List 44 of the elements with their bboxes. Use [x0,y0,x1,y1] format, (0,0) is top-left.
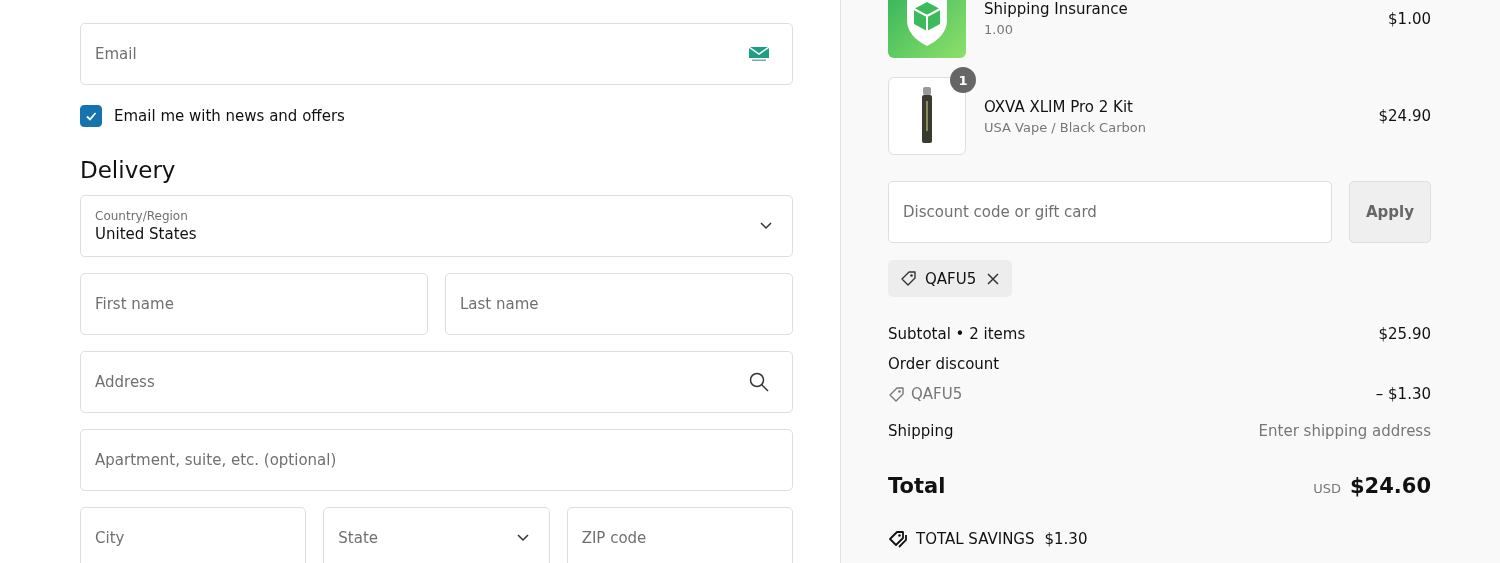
savings-label: TOTAL SAVINGS [916,530,1035,548]
zip-code-field[interactable]: ZIP code [566,507,793,563]
summary-label: Subtotal • 2 items [888,325,1026,343]
apply-button[interactable]: Apply [1349,181,1431,243]
select-value: United States [95,225,197,243]
chevron-down-icon [516,534,529,542]
summary-value: $25.90 [1378,325,1431,343]
shipping-note: Enter shipping address [1258,422,1431,440]
product-variant: USA Vape / Black Carbon [984,119,1147,135]
discount-amount: – $1.30 [1375,385,1431,403]
apartment-field[interactable]: Apartment, suite, etc. (optional) [80,429,793,491]
discount-code: QAFU5 [925,269,977,288]
state-select[interactable]: State [323,507,550,563]
checkbox-label: Email me with news and offers [114,107,345,125]
email-field[interactable]: Email [80,23,793,85]
discount-code-field[interactable]: Discount code or gift card [888,181,1332,243]
tags-icon [888,530,908,548]
summary-label: Order discount [888,355,1000,373]
currency-code: USD [1313,481,1341,496]
total-amount: $24.60 [1349,474,1431,498]
product-price: $24.90 [1378,107,1431,125]
floating-label: Country/Region [95,209,189,223]
search-icon [749,372,769,392]
tag-icon [888,385,905,403]
summary-label: Shipping [888,422,954,440]
product-price: $1.00 [1388,10,1431,28]
last-name-field[interactable]: Last name [445,273,793,335]
address-field[interactable]: Address [80,351,793,413]
vape-pen-drawing [920,87,934,145]
discount-code: QAFU5 [911,385,963,403]
savings-amount: $1.30 [1044,530,1088,548]
city-field[interactable]: City [80,507,307,563]
tag-icon [900,270,917,287]
total-label: Total [888,474,946,498]
product-name: OXVA XLIM Pro 2 Kit [984,97,1134,116]
country-select[interactable]: Country/Region United States [80,195,793,257]
chevron-down-icon [760,222,772,230]
section-heading: Delivery [80,157,177,183]
product-variant: 1.00 [984,22,1014,37]
checkbox[interactable] [80,105,102,127]
first-name-field[interactable]: First name [80,273,428,335]
envelope-icon [749,46,769,62]
product-name: Shipping Insurance [984,0,1129,18]
quantity-badge: 1 [950,67,976,93]
